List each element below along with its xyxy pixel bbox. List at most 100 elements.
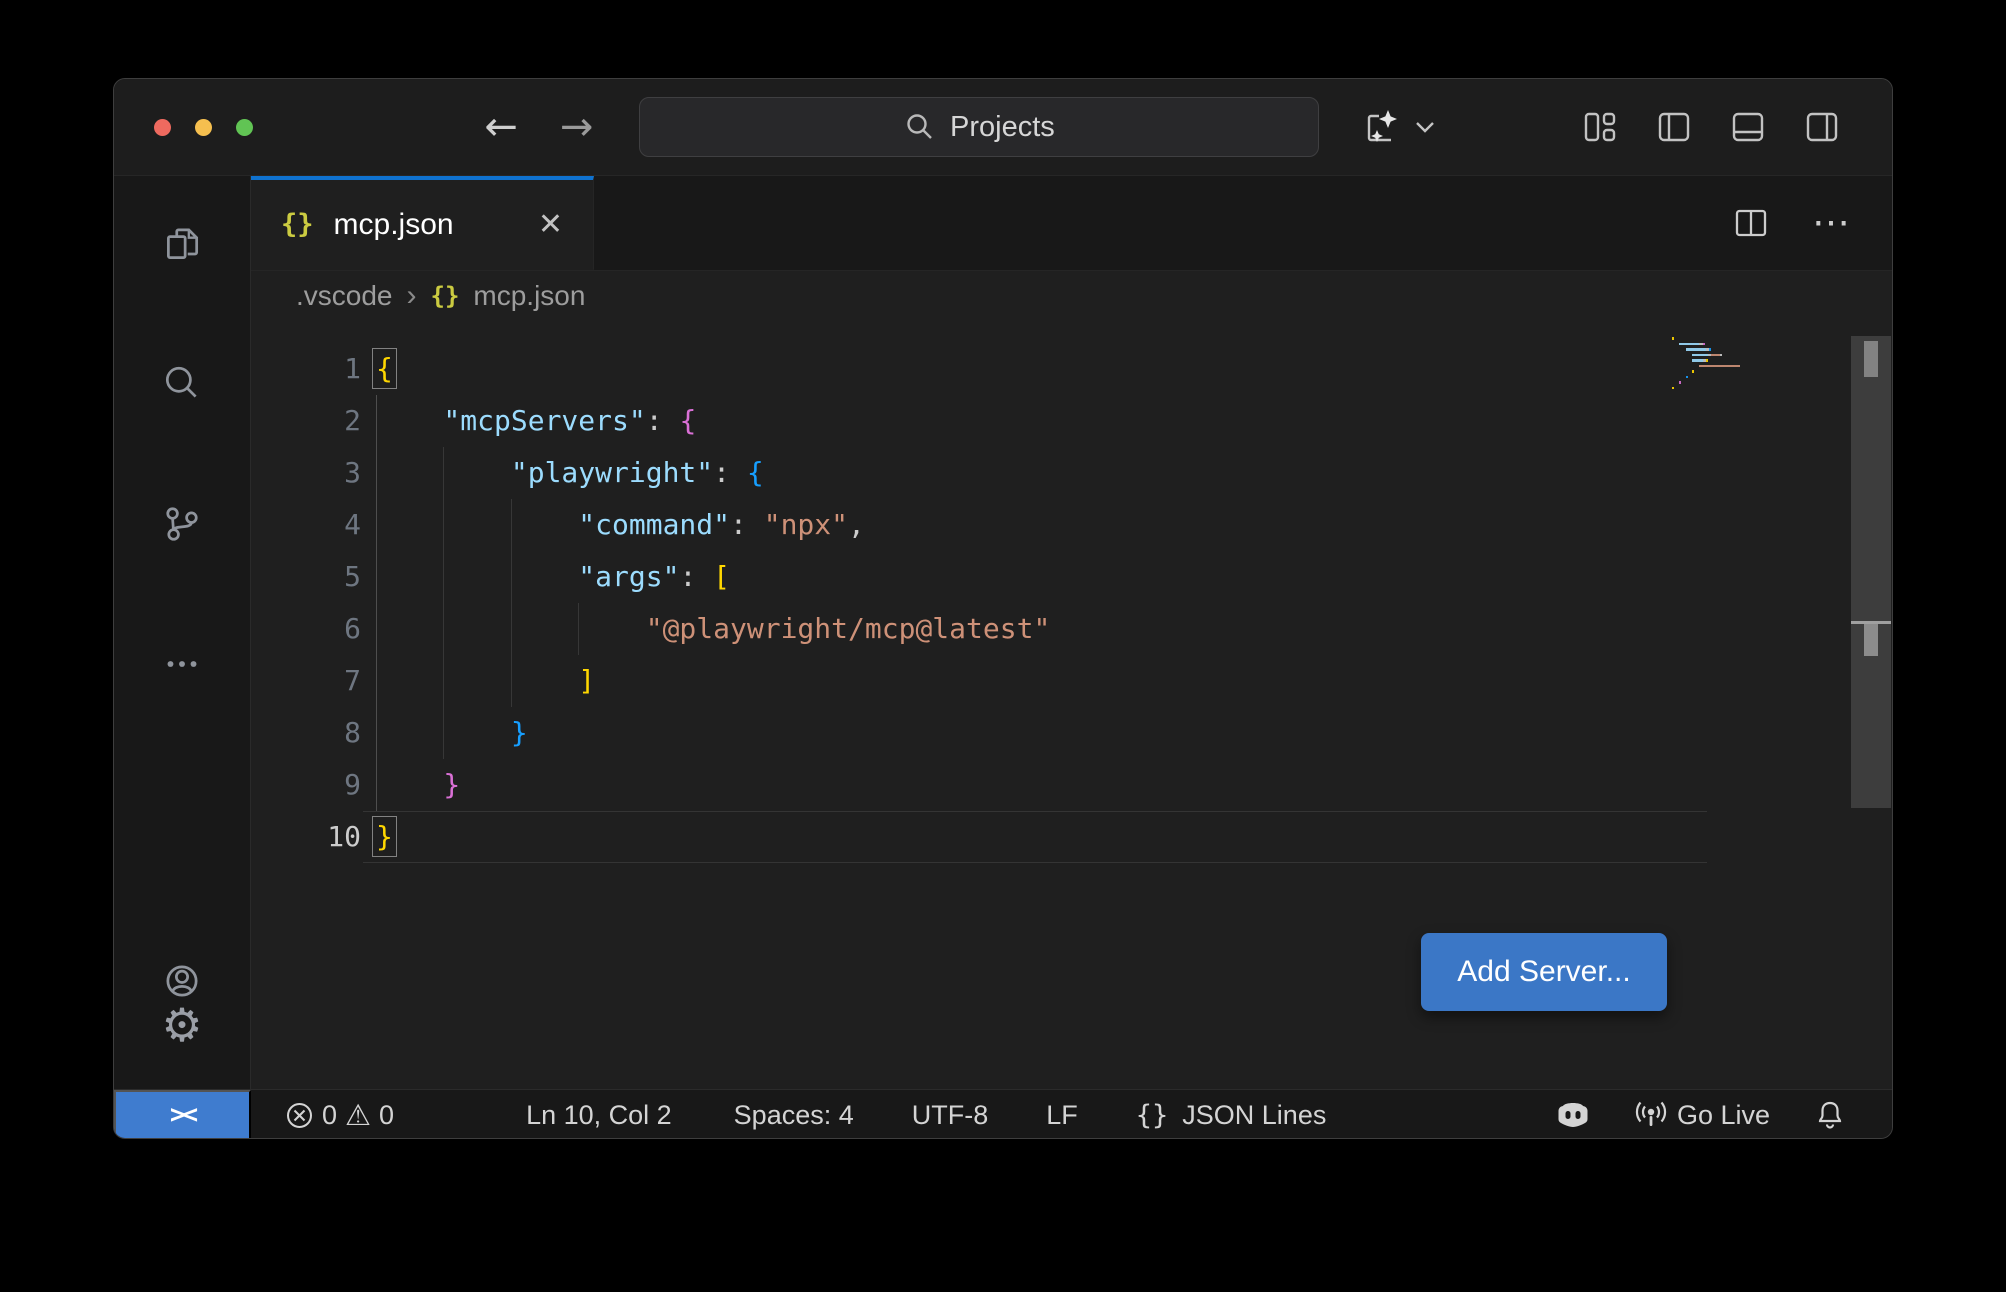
- indent-guide: [511, 655, 512, 707]
- search-sidebar-icon[interactable]: [160, 362, 204, 406]
- warning-count: 0: [379, 1100, 394, 1131]
- code-token: }: [443, 768, 460, 801]
- copilot-sparkle-icon: [1361, 106, 1403, 148]
- code-line[interactable]: 8}: [251, 707, 1892, 759]
- code-line[interactable]: 10}: [251, 811, 1892, 863]
- search-icon: [904, 112, 934, 142]
- close-window-button[interactable]: [154, 119, 171, 136]
- code-line[interactable]: 3"playwright": {: [251, 447, 1892, 499]
- go-live-button[interactable]: Go Live: [1635, 1099, 1770, 1131]
- line-number: 7: [251, 655, 376, 707]
- more-views-icon[interactable]: [160, 642, 204, 686]
- code-line[interactable]: 7]: [251, 655, 1892, 707]
- indent-guide: [443, 551, 444, 603]
- copilot-status-icon[interactable]: [1555, 1100, 1591, 1130]
- search-label: Projects: [950, 111, 1055, 144]
- notifications-bell-icon[interactable]: [1814, 1099, 1846, 1131]
- indent-guide: [376, 447, 377, 499]
- code-line[interactable]: 4"command": "npx",: [251, 499, 1892, 551]
- tab-mcp-json[interactable]: {} mcp.json ✕: [251, 176, 594, 270]
- indent-guide: [376, 759, 377, 811]
- toggle-secondary-sidebar-icon[interactable]: [1804, 109, 1840, 145]
- split-editor-icon[interactable]: [1734, 208, 1768, 238]
- remote-icon: ><: [170, 1102, 195, 1128]
- code-line[interactable]: 5"args": [: [251, 551, 1892, 603]
- error-count: 0: [322, 1100, 337, 1131]
- breadcrumb-file[interactable]: mcp.json: [473, 280, 585, 312]
- language-mode-status[interactable]: {} JSON Lines: [1136, 1100, 1327, 1131]
- problems-status[interactable]: 0 ⚠ 0: [285, 1098, 394, 1132]
- eol-status[interactable]: LF: [1046, 1100, 1078, 1131]
- code-token: "command": [578, 508, 730, 541]
- toggle-primary-sidebar-icon[interactable]: [1656, 109, 1692, 145]
- indent-guide: [443, 603, 444, 655]
- editor-scrollbar[interactable]: [1851, 336, 1891, 808]
- editor-more-actions-icon[interactable]: ⋯: [1812, 204, 1850, 242]
- tab-bar: {} mcp.json ✕ ⋯: [251, 176, 1892, 271]
- line-number: 5: [251, 551, 376, 603]
- status-bar: >< 0 ⚠ 0 Ln 10, Col 2 Spaces: 4 UTF-8 LF…: [114, 1089, 1892, 1139]
- minimize-window-button[interactable]: [195, 119, 212, 136]
- add-server-button[interactable]: Add Server...: [1421, 933, 1667, 1011]
- code-token: }: [376, 820, 393, 853]
- zoom-window-button[interactable]: [236, 119, 253, 136]
- indent-guide: [578, 603, 579, 655]
- indent-guide: [511, 499, 512, 551]
- indentation-status[interactable]: Spaces: 4: [734, 1100, 854, 1131]
- indent-guide: [376, 551, 377, 603]
- forward-arrow-icon[interactable]: →: [560, 107, 594, 147]
- code-token: {: [679, 404, 696, 437]
- line-number: 6: [251, 603, 376, 655]
- line-number: 2: [251, 395, 376, 447]
- code-line[interactable]: 9}: [251, 759, 1892, 811]
- json-file-icon: {}: [281, 211, 314, 238]
- indent-guide: [376, 603, 377, 655]
- close-tab-icon[interactable]: ✕: [538, 207, 563, 242]
- warning-icon: ⚠: [345, 1098, 371, 1132]
- code-token: {: [747, 456, 764, 489]
- code-token: {: [376, 352, 393, 385]
- code-token: "mcpServers": [443, 404, 645, 437]
- cursor-position-status[interactable]: Ln 10, Col 2: [526, 1100, 672, 1131]
- code-editor[interactable]: 1{2"mcpServers": {3"playwright": {4"comm…: [251, 321, 1892, 1089]
- source-control-icon[interactable]: [160, 502, 204, 546]
- language-label: JSON Lines: [1182, 1100, 1326, 1131]
- indent-guide: [376, 655, 377, 707]
- command-center-search[interactable]: Projects: [639, 97, 1319, 157]
- minimap[interactable]: [1672, 337, 1787, 392]
- explorer-icon[interactable]: [160, 222, 204, 266]
- code-token: "npx": [764, 508, 848, 541]
- code-token: "@playwright/mcp@latest": [646, 612, 1051, 645]
- json-file-icon: {}: [431, 284, 460, 308]
- code-token: [: [713, 560, 730, 593]
- code-line[interactable]: 1{: [251, 343, 1892, 395]
- activity-bar: ⚙: [114, 176, 251, 1089]
- vscode-window: ← → Projects: [113, 78, 1893, 1139]
- indent-guide: [511, 603, 512, 655]
- customize-layout-icon[interactable]: [1582, 109, 1618, 145]
- remote-indicator[interactable]: ><: [114, 1090, 251, 1139]
- line-number: 8: [251, 707, 376, 759]
- breadcrumb-folder[interactable]: .vscode: [296, 280, 393, 312]
- indent-guide: [376, 395, 377, 447]
- toggle-panel-icon[interactable]: [1730, 109, 1766, 145]
- line-number: 4: [251, 499, 376, 551]
- back-arrow-icon[interactable]: ←: [484, 107, 518, 147]
- copilot-menu-button[interactable]: [1361, 106, 1437, 148]
- code-line[interactable]: 6 "@playwright/mcp@latest": [251, 603, 1892, 655]
- indent-guide: [376, 499, 377, 551]
- go-live-label: Go Live: [1677, 1100, 1770, 1131]
- line-number: 10: [251, 811, 376, 863]
- code-token: }: [511, 716, 528, 749]
- settings-gear-icon[interactable]: ⚙: [160, 1003, 204, 1047]
- code-token: "playwright": [511, 456, 713, 489]
- json-braces-icon: {}: [1136, 1102, 1169, 1129]
- indent-guide: [376, 707, 377, 759]
- indent-guide: [443, 655, 444, 707]
- code-line[interactable]: 2"mcpServers": {: [251, 395, 1892, 447]
- title-bar: ← → Projects: [114, 79, 1892, 176]
- indent-guide: [443, 707, 444, 759]
- scrollbar-thumb[interactable]: [1864, 341, 1878, 377]
- account-icon[interactable]: [160, 959, 204, 1003]
- encoding-status[interactable]: UTF-8: [912, 1100, 989, 1131]
